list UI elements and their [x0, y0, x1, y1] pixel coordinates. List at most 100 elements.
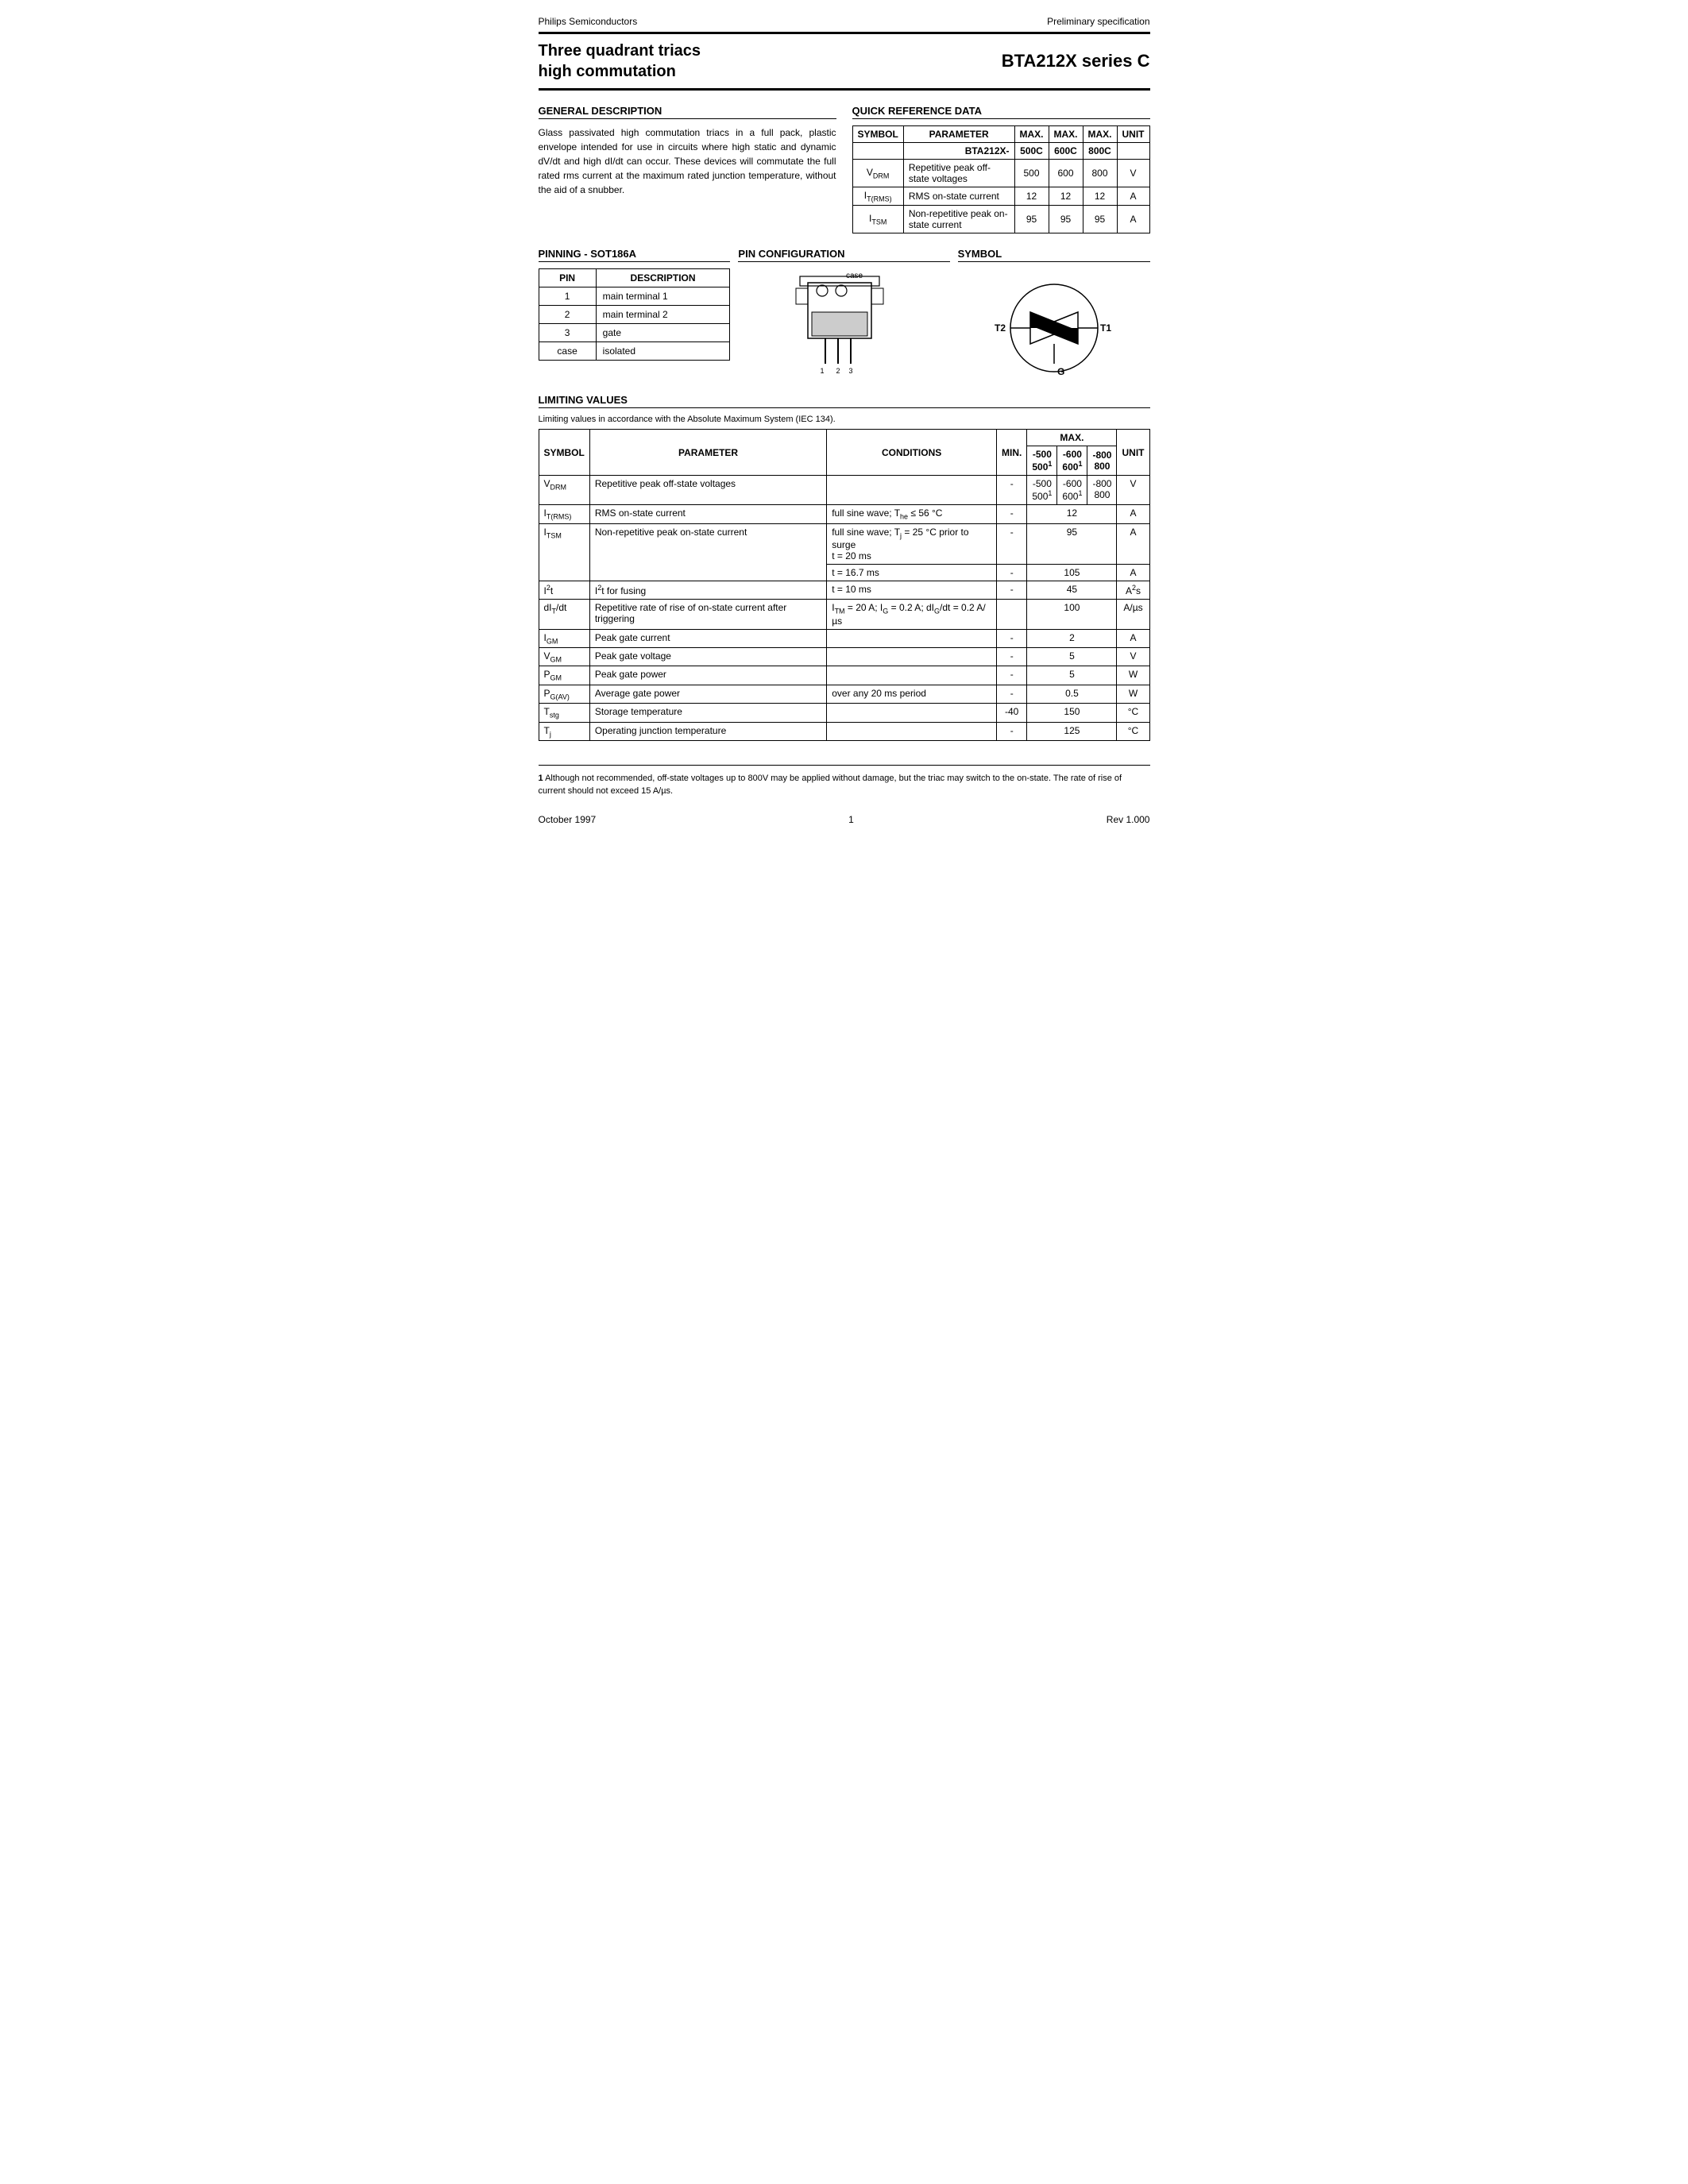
lv-itsm-max2: 105 [1027, 565, 1117, 581]
lv-vdrm-max600: -6006001 [1057, 476, 1087, 505]
pinning-section: PINNING - SOT186A PIN DESCRIPTION 1 main… [539, 248, 731, 380]
general-description-title: GENERAL DESCRIPTION [539, 105, 836, 119]
general-description-text: Glass passivated high commutation triacs… [539, 125, 836, 197]
qr-vdrm-param: Repetitive peak off-state voltages [903, 160, 1014, 187]
pin-row-2: 2 main terminal 2 [539, 306, 730, 324]
quick-reference-section: QUICK REFERENCE DATA SYMBOL PARAMETER MA… [852, 105, 1150, 233]
lv-pgm-cond [827, 666, 997, 685]
qr-itrms-500: 12 [1014, 187, 1049, 206]
lv-vgm-max: 5 [1027, 647, 1117, 666]
qr-itrms-800: 12 [1083, 187, 1117, 206]
lv-row-vgm: VGM Peak gate voltage - 5 V [539, 647, 1149, 666]
qr-subheader-unit-empty [1117, 143, 1149, 160]
lv-row-pgm: PGM Peak gate power - 5 W [539, 666, 1149, 685]
lv-tj-min: - [997, 722, 1027, 740]
lv-col-symbol: SYMBOL [539, 430, 589, 476]
lv-row-vdrm: VDRM Repetitive peak off-state voltages … [539, 476, 1149, 505]
pin-col-desc: DESCRIPTION [596, 269, 730, 287]
svg-text:T2: T2 [995, 322, 1006, 334]
pin-1-desc: main terminal 1 [596, 287, 730, 306]
lv-row-i2t: I2t I2t for fusing t = 10 ms - 45 A2s [539, 581, 1149, 600]
lv-pgm-param: Peak gate power [589, 666, 826, 685]
pin-case-desc: isolated [596, 342, 730, 361]
lv-igm-param: Peak gate current [589, 629, 826, 647]
lv-igm-symbol: IGM [539, 629, 589, 647]
symbol-title: SYMBOL [958, 248, 1150, 262]
lv-didt-max: 100 [1027, 600, 1117, 629]
lv-vgm-cond [827, 647, 997, 666]
lv-vdrm-max500: -5005001 [1027, 476, 1057, 505]
qr-row-vdrm: VDRM Repetitive peak off-state voltages … [852, 160, 1149, 187]
pinning-title: PINNING - SOT186A [539, 248, 731, 262]
pin-2-num: 2 [539, 306, 596, 324]
pin-row-1: 1 main terminal 1 [539, 287, 730, 306]
lv-itrms-cond: full sine wave; The ≤ 56 °C [827, 505, 997, 523]
svg-text:3: 3 [849, 367, 853, 375]
lv-i2t-unit: A2s [1117, 581, 1149, 600]
qr-itsm-symbol: ITSM [852, 206, 903, 233]
lv-didt-symbol: dIT/dt [539, 600, 589, 629]
lv-itsm-unit1: A [1117, 523, 1149, 564]
qr-vdrm-500: 500 [1014, 160, 1049, 187]
limiting-values-section: LIMITING VALUES Limiting values in accor… [539, 394, 1150, 741]
lv-itsm-min2: - [997, 565, 1027, 581]
lv-tj-unit: °C [1117, 722, 1149, 740]
qr-col-symbol: SYMBOL [852, 126, 903, 143]
lv-igm-unit: A [1117, 629, 1149, 647]
lv-itsm-unit2: A [1117, 565, 1149, 581]
svg-text:2: 2 [836, 367, 840, 375]
lv-i2t-param: I2t for fusing [589, 581, 826, 600]
lv-vdrm-param: Repetitive peak off-state voltages [589, 476, 826, 505]
lv-pgav-unit: W [1117, 685, 1149, 703]
lv-tstg-min: -40 [997, 704, 1027, 722]
lv-tstg-cond [827, 704, 997, 722]
lv-vdrm-unit: V [1117, 476, 1149, 505]
qr-col-parameter: PARAMETER [903, 126, 1014, 143]
title-right: BTA212X series C [1002, 51, 1150, 71]
svg-text:G: G [1057, 366, 1064, 377]
qr-vdrm-800: 800 [1083, 160, 1117, 187]
symbol-svg: T2 T1 G [987, 276, 1122, 380]
lv-vgm-param: Peak gate voltage [589, 647, 826, 666]
lv-tj-symbol: Tj [539, 722, 589, 740]
qr-col-max1: MAX. [1014, 126, 1049, 143]
lv-tj-cond [827, 722, 997, 740]
lv-max-600: -6006001 [1057, 446, 1087, 476]
quick-reference-table: SYMBOL PARAMETER MAX. MAX. MAX. UNIT BTA… [852, 125, 1150, 233]
lv-igm-min: - [997, 629, 1027, 647]
qr-col-unit: UNIT [1117, 126, 1149, 143]
spec-type: Preliminary specification [1047, 16, 1149, 27]
pin-config-section: PIN CONFIGURATION case 1 2 [738, 248, 949, 380]
lv-itsm-max1: 95 [1027, 523, 1117, 564]
lv-row-tj: Tj Operating junction temperature - 125 … [539, 722, 1149, 740]
pin-config-drawing: case 1 2 3 [738, 268, 949, 380]
pin-1-num: 1 [539, 287, 596, 306]
lv-col-unit: UNIT [1117, 430, 1149, 476]
quick-reference-title: QUICK REFERENCE DATA [852, 105, 1150, 119]
symbol-drawing: T2 T1 G [958, 268, 1150, 380]
footer-date: October 1997 [539, 814, 597, 825]
lv-row-igm: IGM Peak gate current - 2 A [539, 629, 1149, 647]
lv-itsm-symbol: ITSM [539, 523, 589, 581]
lv-col-min: MIN. [997, 430, 1027, 476]
qr-subheader-800c: 800C [1083, 143, 1117, 160]
qr-vdrm-unit: V [1117, 160, 1149, 187]
lv-itsm-param: Non-repetitive peak on-state current [589, 523, 826, 581]
lv-didt-cond: ITM = 20 A; IG = 0.2 A; dIG/dt = 0.2 A/µ… [827, 600, 997, 629]
lv-vdrm-max800: -800800 [1087, 476, 1117, 505]
footer-rev: Rev 1.000 [1107, 814, 1150, 825]
qr-subheader-500c: 500C [1014, 143, 1049, 160]
limiting-values-title: LIMITING VALUES [539, 394, 1150, 408]
lv-row-itrms: IT(RMS) RMS on-state current full sine w… [539, 505, 1149, 523]
lv-row-didt: dIT/dt Repetitive rate of rise of on-sta… [539, 600, 1149, 629]
footnote: 1 Although not recommended, off-state vo… [539, 772, 1150, 798]
page-footer: October 1997 1 Rev 1.000 [539, 814, 1150, 825]
pin-3-num: 3 [539, 324, 596, 342]
footer-page: 1 [848, 814, 854, 825]
lv-itsm-min1: - [997, 523, 1027, 564]
limiting-values-table: SYMBOL PARAMETER CONDITIONS MIN. MAX. UN… [539, 429, 1150, 741]
lv-pgav-param: Average gate power [589, 685, 826, 703]
lv-col-conditions: CONDITIONS [827, 430, 997, 476]
lv-itsm-cond1: full sine wave; Tj = 25 °C prior to surg… [827, 523, 997, 564]
qr-subheader-empty [852, 143, 903, 160]
